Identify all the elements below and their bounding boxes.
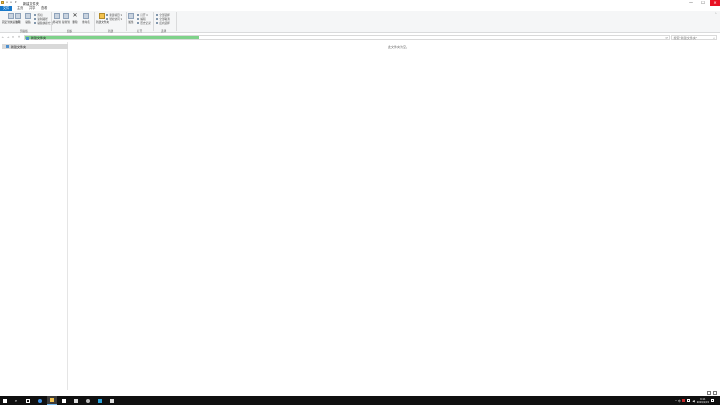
group-separator <box>126 12 127 31</box>
quick-access-properties-icon[interactable]: ▫ <box>6 1 9 4</box>
open-icon <box>137 13 140 17</box>
folder-icon <box>6 44 9 48</box>
pin-icon <box>8 13 15 19</box>
paste-shortcut-icon <box>34 21 37 25</box>
easy-access-icon <box>106 17 109 21</box>
network-icon[interactable] <box>687 399 691 402</box>
properties-icon <box>128 13 134 19</box>
invert-selection-icon <box>156 21 159 25</box>
nav-item-folder[interactable]: 新建文件夹 <box>2 44 68 49</box>
folder-icon <box>26 36 29 40</box>
copy-to-button[interactable]: 复制到 <box>62 13 70 24</box>
volume-icon[interactable]: ◀ <box>692 399 694 403</box>
copy-icon <box>15 13 21 19</box>
navigation-pane: 新建文件夹 <box>0 42 68 390</box>
app-icon <box>86 398 90 403</box>
search-taskbar-button[interactable]: ⌕ <box>11 396 21 405</box>
delete-button[interactable]: ✕ 删除 <box>72 13 78 24</box>
paste-icon <box>25 13 31 19</box>
app-icon <box>110 398 114 403</box>
taskbar-mail[interactable] <box>71 396 81 405</box>
taskbar-edge[interactable] <box>35 396 45 405</box>
ribbon-collapse-icon[interactable]: ⌃ <box>714 12 717 16</box>
copy-to-icon <box>62 13 69 19</box>
task-view-button[interactable] <box>23 396 33 405</box>
browser-icon <box>38 398 42 403</box>
up-icon[interactable]: ↑ <box>17 35 21 40</box>
copy-path-icon <box>34 17 37 21</box>
group-label-organize: 组织 <box>67 30 73 33</box>
group-separator <box>153 12 154 31</box>
notification-icon[interactable] <box>711 399 714 402</box>
navigation-bar: ← → ▾ ↑ 新建文件夹 ⟳ 搜索"新建文件夹" ⌕ <box>0 34 720 41</box>
details-view-icon[interactable] <box>707 391 711 395</box>
windows-icon <box>3 398 7 403</box>
address-progress-fill <box>25 36 199 39</box>
group-label-new: 新建 <box>108 30 114 33</box>
search-icon: ⌕ <box>713 36 715 41</box>
rename-button[interactable]: 重命名 <box>82 13 90 24</box>
taskbar-store[interactable] <box>59 396 69 405</box>
taskbar: ⌕ ^ 中 ◀ 9:11 2019/1/15 <box>0 396 720 405</box>
file-explorer-icon <box>50 398 54 402</box>
refresh-icon[interactable]: ⟳ <box>665 36 668 40</box>
history-button[interactable]: 历史记录 <box>137 21 151 25</box>
delete-icon: ✕ <box>72 12 78 19</box>
recent-locations-icon[interactable]: ▾ <box>11 35 15 40</box>
task-view-icon <box>26 398 30 403</box>
group-separator <box>51 12 52 31</box>
taskbar-app-1[interactable] <box>83 396 93 405</box>
app-icon <box>98 398 102 403</box>
taskbar-app-3[interactable] <box>107 396 117 405</box>
folder-icon <box>1 1 4 4</box>
start-button[interactable] <box>0 396 10 405</box>
properties-button[interactable]: 属性 <box>128 13 134 24</box>
group-separator <box>176 12 177 31</box>
edit-icon <box>137 17 140 21</box>
new-item-icon <box>106 13 109 17</box>
taskbar-app-2[interactable] <box>95 396 105 405</box>
group-label-select: 选择 <box>161 30 167 33</box>
select-all-icon <box>156 13 159 17</box>
group-label-clipboard: 剪贴板 <box>20 30 28 33</box>
address-bar[interactable]: 新建文件夹 ⟳ <box>24 35 670 40</box>
mail-icon <box>74 398 78 403</box>
select-none-icon <box>156 17 159 21</box>
paste-button[interactable]: 粘贴 <box>25 13 31 24</box>
tray-overflow-text[interactable]: ^ 中 <box>675 399 681 403</box>
taskbar-file-explorer[interactable] <box>47 396 57 405</box>
move-icon <box>53 13 60 19</box>
large-icons-view-icon[interactable] <box>713 391 717 395</box>
easy-access-button[interactable]: 轻松访问 ▾ <box>106 17 122 21</box>
store-icon <box>62 398 66 403</box>
file-list[interactable]: 此文件夹为空。 <box>68 42 720 390</box>
search-placeholder: 搜索"新建文件夹" <box>673 36 698 41</box>
ribbon: 固定到快速访问 复制 粘贴 剪切 复制路径 粘贴快捷方式 剪贴板 移动到 复制到… <box>0 11 720 33</box>
search-input[interactable]: 搜索"新建文件夹" ⌕ <box>671 35 717 40</box>
search-icon: ⌕ <box>14 398 18 403</box>
nav-item-label: 新建文件夹 <box>11 44 27 49</box>
rename-icon <box>82 13 89 19</box>
tray-app-icon[interactable] <box>682 399 686 402</box>
copy-button[interactable]: 复制 <box>15 13 21 24</box>
forward-icon[interactable]: → <box>6 35 10 40</box>
cut-icon <box>34 13 37 17</box>
back-icon[interactable]: ← <box>1 35 5 40</box>
empty-folder-message: 此文件夹为空。 <box>388 45 410 49</box>
address-path: 新建文件夹 <box>31 36 47 41</box>
new-folder-icon <box>99 13 106 19</box>
group-separator <box>94 12 95 31</box>
invert-selection-button[interactable]: 反向选择 <box>156 21 170 25</box>
quick-access-dropdown-icon[interactable]: ▾ <box>15 1 18 4</box>
group-label-open: 打开 <box>137 30 143 33</box>
move-to-button[interactable]: 移动到 <box>53 13 61 24</box>
quick-access-new-folder-icon[interactable]: ▫ <box>10 1 13 4</box>
system-tray: ^ 中 ◀ 9:11 2019/1/15 <box>675 396 720 405</box>
history-icon <box>137 21 140 25</box>
clock[interactable]: 9:11 2019/1/15 <box>697 398 709 404</box>
